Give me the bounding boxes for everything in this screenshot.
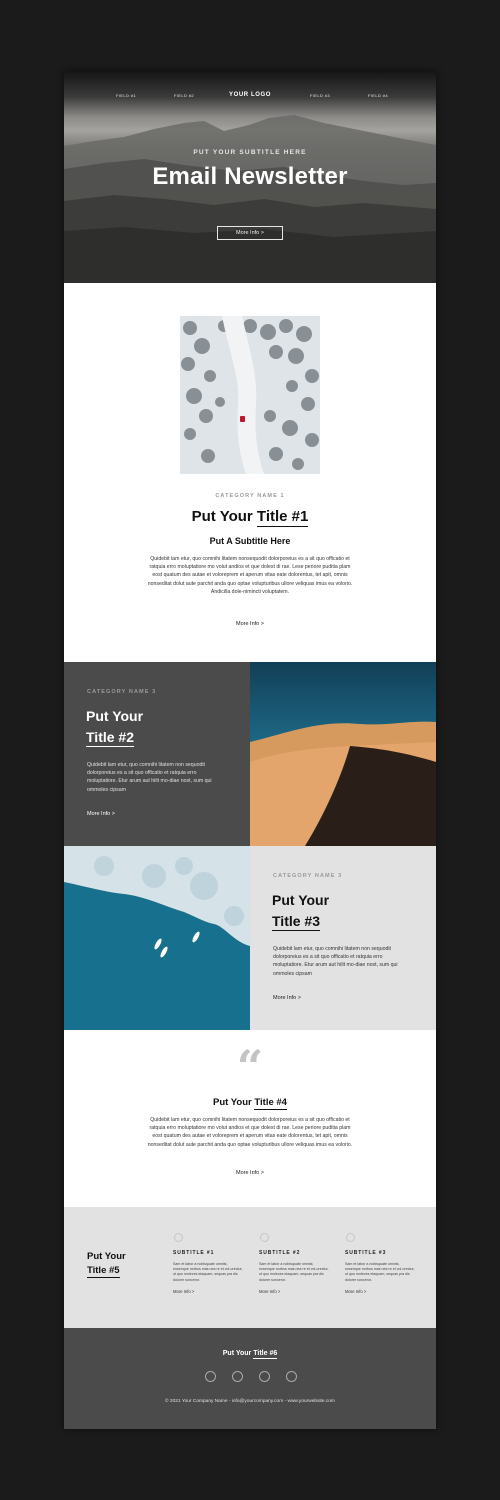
- circle-icon: [260, 1233, 269, 1242]
- column-subtitle: SUBTITLE #1: [173, 1250, 215, 1256]
- circle-icon: [346, 1233, 355, 1242]
- social-links: [203, 1371, 299, 1383]
- column-body: Sam et labor a nobisquate omnist, eusenq…: [259, 1262, 329, 1282]
- footer: Put Your Title #6 © 2021 Your Company Na…: [64, 1328, 436, 1429]
- snowy-road-image: [180, 316, 320, 474]
- title-line-1: Put Your: [272, 892, 330, 908]
- more-info-link[interactable]: More Info >: [64, 1170, 436, 1176]
- section-title: Put Your Title #1: [64, 508, 436, 527]
- category-label: CATEGORY NAME 3: [87, 689, 157, 695]
- section-title: Put Your Title #5: [87, 1250, 126, 1278]
- hero-title: Email Newsletter: [152, 163, 348, 190]
- title-underlined-text: Title #4: [254, 1097, 287, 1110]
- title-underlined-text: Title #1: [256, 508, 309, 527]
- more-info-link[interactable]: More Info >: [64, 621, 436, 627]
- social-icon-2[interactable]: [232, 1371, 243, 1382]
- social-icon-3[interactable]: [259, 1371, 270, 1382]
- section-subtitle: Put A Subtitle Here: [209, 536, 291, 546]
- social-icon-4[interactable]: [286, 1371, 297, 1382]
- top-nav: FIELD #1 FIELD #2 YOUR LOGO FIELD #3 FIE…: [64, 92, 436, 103]
- more-info-link[interactable]: More Info >: [87, 811, 115, 817]
- section-title: Put Your Title #4: [64, 1097, 436, 1110]
- ocean-surfers-image: [64, 846, 250, 1030]
- title-line-1: Put Your: [87, 1251, 126, 1262]
- more-info-link[interactable]: More Info >: [173, 1289, 243, 1294]
- more-info-link[interactable]: More Info >: [273, 995, 301, 1001]
- newsletter-page: FIELD #1 FIELD #2 YOUR LOGO FIELD #3 FIE…: [64, 71, 436, 1429]
- nav-field-3[interactable]: FIELD #3: [310, 93, 330, 98]
- section-2-text-panel: CATEGORY NAME 3 Put Your Title #2 Quidebi…: [64, 662, 250, 846]
- title-line-2: Title #2: [86, 729, 134, 747]
- copyright-text: © 2021 Your Company Name - info@yourcomp…: [165, 1399, 335, 1404]
- column-subtitle: SUBTITLE #3: [345, 1250, 387, 1256]
- quote-icon: “: [236, 1040, 264, 1094]
- section-body: Quidebit lam etur, quo comnihi litatem n…: [147, 556, 353, 595]
- column-subtitle: SUBTITLE #2: [259, 1250, 301, 1256]
- social-icon-1[interactable]: [205, 1371, 216, 1382]
- title-line-1: Put Your: [86, 708, 144, 724]
- column-2: SUBTITLE #2 Sam et labor a nobisquate om…: [259, 1233, 329, 1294]
- circle-icon: [174, 1233, 183, 1242]
- section-body: Quidebit lam etur, quo comnihi litatem n…: [87, 762, 212, 793]
- more-info-link[interactable]: More Info >: [345, 1289, 415, 1294]
- logo[interactable]: YOUR LOGO: [229, 92, 271, 98]
- desert-dune-image: [250, 662, 436, 846]
- title-text: Put Your: [191, 508, 257, 525]
- nav-field-4[interactable]: FIELD #4: [368, 93, 388, 98]
- nav-field-1[interactable]: FIELD #1: [116, 93, 136, 98]
- title-text: Put Your: [222, 1350, 254, 1357]
- section-3-text-panel: CATEGORY NAME 3 Put Your Title #3 Quidebi…: [250, 846, 436, 1030]
- three-column-section: Put Your Title #5 SUBTITLE #1 Sam et labo…: [64, 1207, 436, 1328]
- article-section-2: CATEGORY NAME 3 Put Your Title #2 Quidebi…: [64, 662, 436, 846]
- column-body: Sam et labor a nobisquate omnist, eusenq…: [173, 1262, 243, 1282]
- article-section-3: CATEGORY NAME 3 Put Your Title #3 Quidebi…: [64, 846, 436, 1030]
- column-1: SUBTITLE #1 Sam et labor a nobisquate om…: [173, 1233, 243, 1294]
- hero-header: FIELD #1 FIELD #2 YOUR LOGO FIELD #3 FIE…: [64, 71, 436, 283]
- quote-section: “ Put Your Title #4 Quidebit lam etur, q…: [64, 1030, 436, 1207]
- title-text: Put Your: [213, 1097, 255, 1108]
- title-line-2: Title #5: [87, 1265, 120, 1278]
- column-3: SUBTITLE #3 Sam et labor a nobisquate om…: [345, 1233, 415, 1294]
- footer-title: Put Your Title #6: [64, 1350, 436, 1359]
- nav-field-2[interactable]: FIELD #2: [174, 93, 194, 98]
- title-line-2: Title #3: [272, 913, 320, 931]
- hero-subtitle: PUT YOUR SUBTITLE HERE: [193, 149, 307, 156]
- section-title: Put Your Title #2: [86, 706, 143, 748]
- red-car: [240, 416, 245, 422]
- section-body: Quidebit lam etur, quo comnihi litatem n…: [273, 946, 398, 977]
- section-body: Quidebit lam etur, quo comnihi litatem n…: [147, 1117, 353, 1148]
- more-info-link[interactable]: More Info >: [259, 1289, 329, 1294]
- category-label: CATEGORY NAME 3: [273, 873, 343, 879]
- category-label: CATEGORY NAME 1: [215, 493, 285, 499]
- article-section-1: CATEGORY NAME 1 Put Your Title #1 Put A …: [64, 283, 436, 662]
- section-title: Put Your Title #3: [272, 890, 329, 932]
- title-underlined-text: Title #6: [253, 1350, 278, 1359]
- column-body: Sam et labor a nobisquate omnist, eusenq…: [345, 1262, 415, 1282]
- hero-more-info-button[interactable]: More Info >: [217, 226, 283, 240]
